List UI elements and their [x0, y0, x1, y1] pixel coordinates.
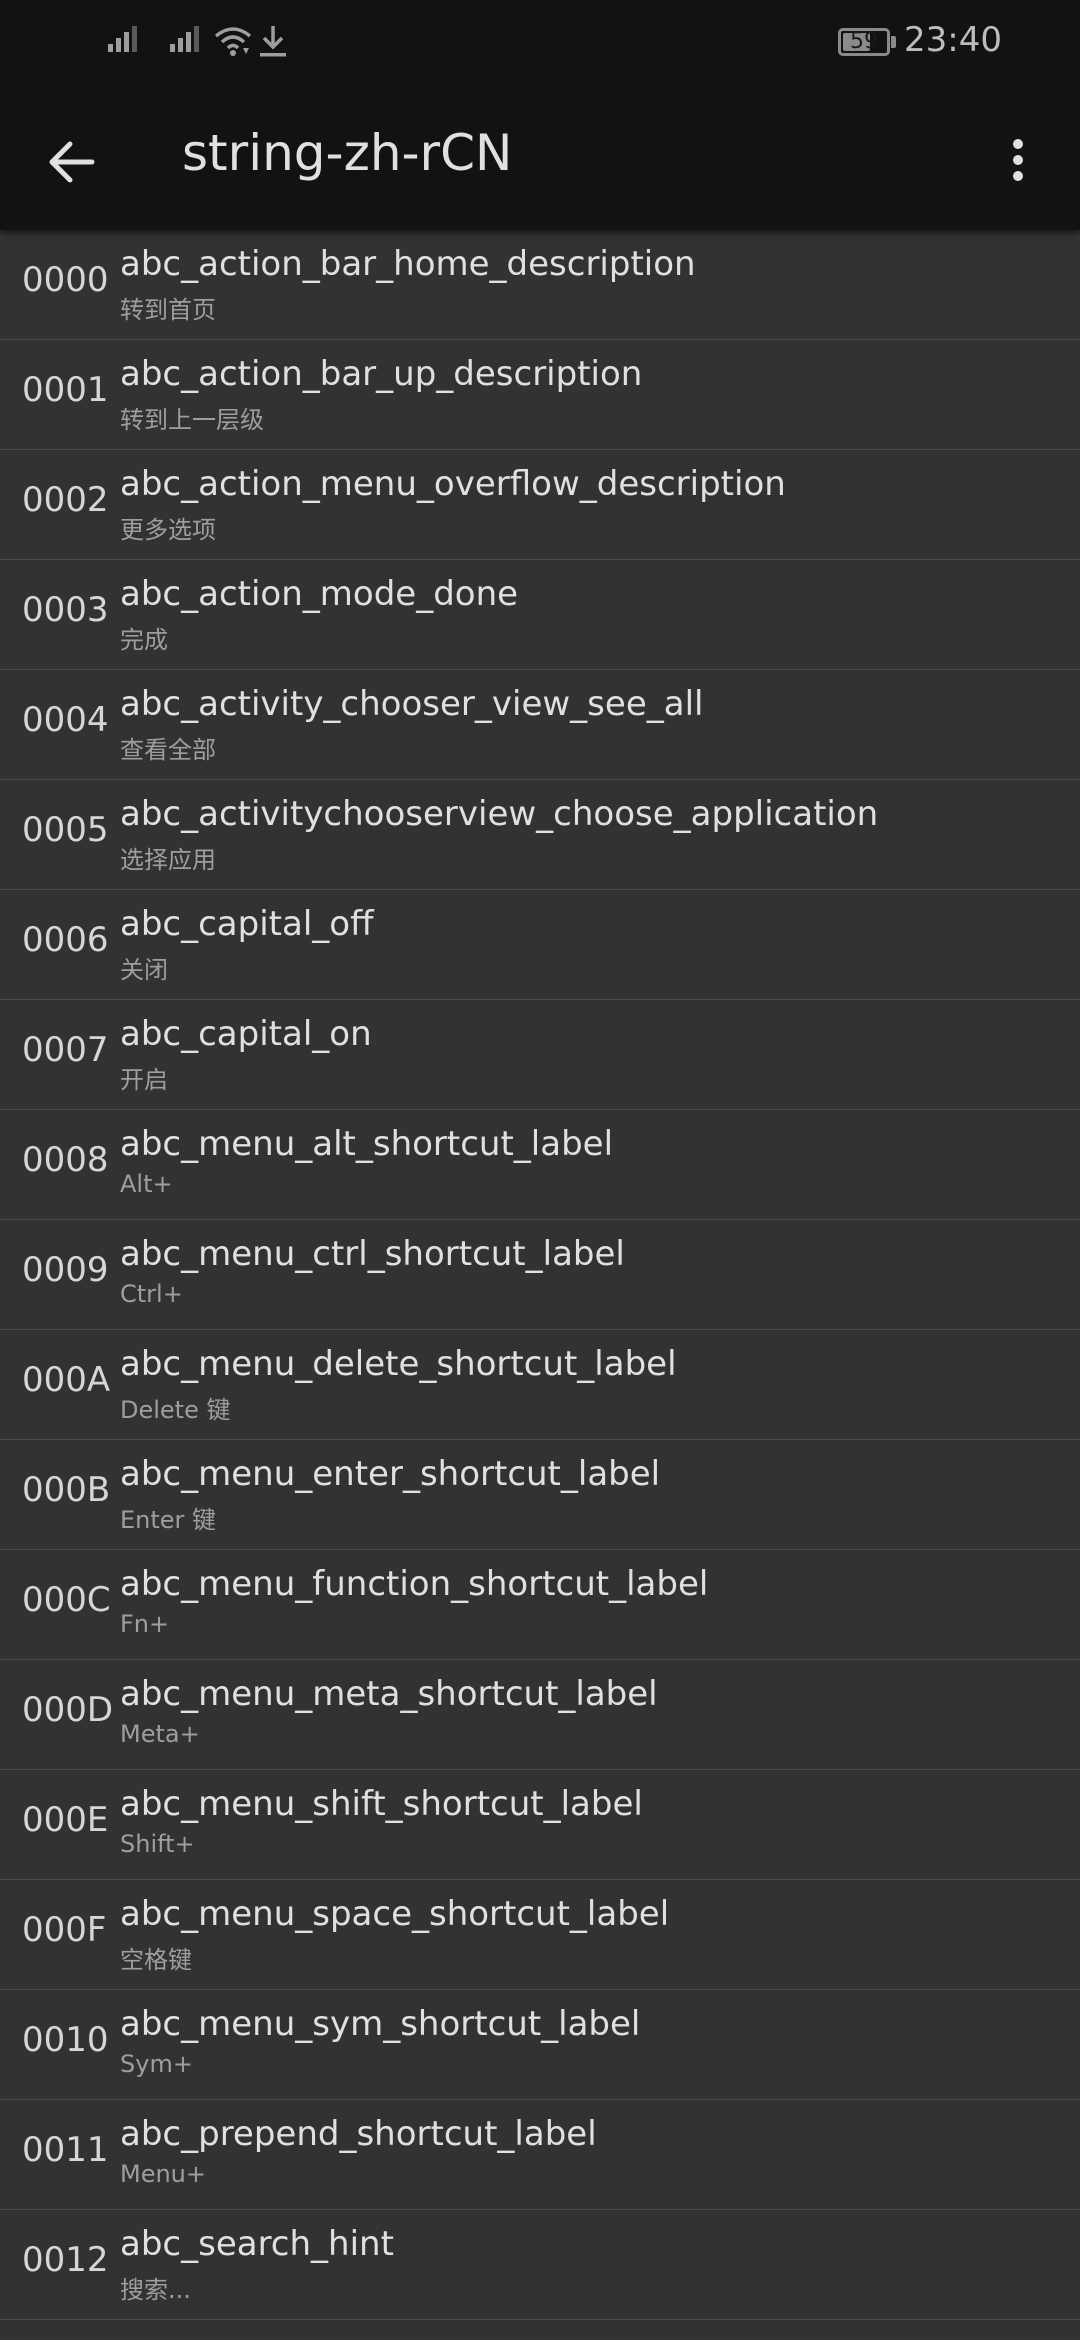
list-item[interactable]: 0004 abc_activity_chooser_view_see_all 查…	[0, 670, 1080, 780]
entry-name: abc_menu_enter_shortcut_label	[120, 1454, 661, 1494]
entry-value: 关闭	[120, 956, 168, 984]
entry-index: 0006	[22, 920, 109, 960]
list-item[interactable]: 000F abc_menu_space_shortcut_label 空格键	[0, 1880, 1080, 1990]
entry-index: 000A	[22, 1360, 111, 1400]
entry-index: 0010	[22, 2020, 109, 2060]
entry-name: abc_menu_shift_shortcut_label	[120, 1784, 643, 1824]
list-item[interactable]: 0007 abc_capital_on 开启	[0, 1000, 1080, 1110]
entry-name: abc_menu_delete_shortcut_label	[120, 1344, 677, 1384]
entry-value: 搜索...	[120, 2276, 191, 2304]
app-bar: string-zh-rCN	[0, 86, 1080, 230]
battery-icon: 59	[838, 28, 890, 56]
list-item[interactable]: 0003 abc_action_mode_done 完成	[0, 560, 1080, 670]
entry-name: abc_menu_function_shortcut_label	[120, 1564, 709, 1604]
entry-index: 0011	[22, 2130, 109, 2170]
list-item[interactable]: 000D abc_menu_meta_shortcut_label Meta+	[0, 1660, 1080, 1770]
entry-value: Sym+	[120, 2050, 193, 2078]
entry-name: abc_action_bar_home_description	[120, 244, 696, 284]
entry-name: abc_capital_on	[120, 1014, 372, 1054]
entry-value: 查看全部	[120, 736, 216, 764]
more-vert-icon	[1013, 139, 1023, 181]
list-item[interactable]: 000B abc_menu_enter_shortcut_label Enter…	[0, 1440, 1080, 1550]
entry-value: 更多选项	[120, 516, 216, 544]
entry-index: 000D	[22, 1690, 114, 1730]
list-item[interactable]: 0008 abc_menu_alt_shortcut_label Alt+	[0, 1110, 1080, 1220]
list-item[interactable]: 0011 abc_prepend_shortcut_label Menu+	[0, 2100, 1080, 2210]
list-item[interactable]: 0005 abc_activitychooserview_choose_appl…	[0, 780, 1080, 890]
entry-name: abc_action_mode_done	[120, 574, 519, 614]
list-item[interactable]: 0009 abc_menu_ctrl_shortcut_label Ctrl+	[0, 1220, 1080, 1330]
entry-index: 0001	[22, 370, 109, 410]
entry-value: Fn+	[120, 1610, 170, 1638]
entry-value: 转到首页	[120, 296, 216, 324]
entry-value: Enter 键	[120, 1506, 217, 1534]
entry-name: abc_activitychooserview_choose_applicati…	[120, 794, 879, 834]
entry-value: 开启	[120, 1066, 168, 1094]
entry-value: 选择应用	[120, 846, 216, 874]
back-button[interactable]	[36, 126, 108, 198]
entry-index: 0003	[22, 590, 109, 630]
battery-level: 59	[850, 29, 878, 54]
entry-value: Delete 键	[120, 1396, 231, 1424]
entry-value: 完成	[120, 626, 168, 654]
entry-value: Meta+	[120, 1720, 200, 1748]
list-item[interactable]: 0010 abc_menu_sym_shortcut_label Sym+	[0, 1990, 1080, 2100]
entry-index: 0005	[22, 810, 109, 850]
entry-name: abc_activity_chooser_view_see_all	[120, 684, 704, 724]
entry-index: 000C	[22, 1580, 111, 1620]
wifi-icon	[214, 24, 252, 62]
entry-index: 0002	[22, 480, 109, 520]
entry-value: Alt+	[120, 1170, 173, 1198]
entry-index: 0000	[22, 260, 109, 300]
status-bar: 59 23:40	[0, 0, 1080, 86]
entry-name: abc_action_menu_overflow_description	[120, 464, 786, 504]
string-list: 0000 abc_action_bar_home_description 转到首…	[0, 230, 1080, 2320]
entry-value: Ctrl+	[120, 1280, 183, 1308]
entry-name: abc_search_hint	[120, 2224, 394, 2264]
download-icon	[258, 24, 288, 62]
entry-value: 空格键	[120, 1946, 192, 1974]
entry-name: abc_menu_meta_shortcut_label	[120, 1674, 658, 1714]
entry-index: 000B	[22, 1470, 111, 1510]
entry-index: 000E	[22, 1800, 109, 1840]
entry-index: 0008	[22, 1140, 109, 1180]
list-item[interactable]: 0002 abc_action_menu_overflow_descriptio…	[0, 450, 1080, 560]
list-item[interactable]: 000C abc_menu_function_shortcut_label Fn…	[0, 1550, 1080, 1660]
signal-icon	[108, 26, 140, 52]
entry-index: 0007	[22, 1030, 109, 1070]
arrow-back-icon	[49, 141, 95, 183]
list-item[interactable]: 000A abc_menu_delete_shortcut_label Dele…	[0, 1330, 1080, 1440]
entry-value: Shift+	[120, 1830, 195, 1858]
list-item[interactable]: 0012 abc_search_hint 搜索...	[0, 2210, 1080, 2320]
list-item[interactable]: 0001 abc_action_bar_up_description 转到上一层…	[0, 340, 1080, 450]
list-item[interactable]: 000E abc_menu_shift_shortcut_label Shift…	[0, 1770, 1080, 1880]
entry-value: 转到上一层级	[120, 406, 264, 434]
battery-tip	[891, 36, 896, 48]
page-title: string-zh-rCN	[182, 124, 513, 182]
entry-name: abc_menu_sym_shortcut_label	[120, 2004, 641, 2044]
entry-index: 0004	[22, 700, 109, 740]
status-time: 23:40	[904, 20, 1002, 60]
entry-name: abc_prepend_shortcut_label	[120, 2114, 597, 2154]
signal-icon	[170, 26, 202, 52]
entry-name: abc_capital_off	[120, 904, 374, 944]
entry-index: 0012	[22, 2240, 109, 2280]
entry-name: abc_menu_ctrl_shortcut_label	[120, 1234, 625, 1274]
entry-index: 0009	[22, 1250, 109, 1290]
list-item[interactable]: 0000 abc_action_bar_home_description 转到首…	[0, 230, 1080, 340]
entry-value: Menu+	[120, 2160, 207, 2188]
entry-index: 000F	[22, 1910, 107, 1950]
entry-name: abc_menu_space_shortcut_label	[120, 1894, 670, 1934]
more-options-button[interactable]	[1000, 126, 1036, 198]
entry-name: abc_action_bar_up_description	[120, 354, 643, 394]
entry-name: abc_menu_alt_shortcut_label	[120, 1124, 614, 1164]
list-item[interactable]: 0006 abc_capital_off 关闭	[0, 890, 1080, 1000]
